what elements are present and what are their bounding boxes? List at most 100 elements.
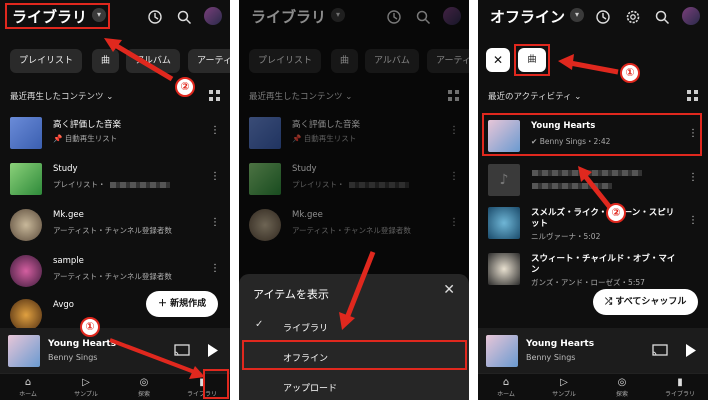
album-art bbox=[488, 253, 520, 285]
player-artist: Benny Sings bbox=[526, 353, 576, 362]
play-icon[interactable] bbox=[685, 344, 697, 357]
avatar[interactable] bbox=[682, 7, 700, 25]
list-item-subtitle: ニルヴァーナ・5:02 bbox=[531, 232, 601, 241]
list-item-subtitle: アーティスト・チャンネル登録者数 bbox=[53, 226, 172, 235]
offline-screen: オフライン ▾ ✕ 曲 最近のアクティビティ ⌄ Young Hearts ✔ … bbox=[478, 0, 708, 400]
list-item[interactable]: Mk.gee アーティスト・チャンネル登録者数 ⋮ bbox=[0, 206, 230, 246]
list-item-title: sample bbox=[53, 256, 84, 266]
nav-home[interactable]: ⌂ ホーム bbox=[486, 377, 526, 398]
list-item-title: スウィート・チャイルド・オブ・マイン bbox=[531, 254, 676, 275]
step-badge-1: ① bbox=[80, 317, 100, 337]
chip-playlist[interactable]: プレイリスト bbox=[10, 49, 83, 73]
search-icon[interactable] bbox=[653, 8, 671, 26]
album-art bbox=[488, 207, 520, 239]
nav-explore[interactable]: ◎ 探索 bbox=[124, 377, 164, 398]
more-icon[interactable]: ⋮ bbox=[210, 171, 220, 182]
more-icon[interactable]: ⋮ bbox=[688, 172, 698, 183]
step-badge-2: ② bbox=[175, 77, 195, 97]
highlight-box bbox=[514, 44, 550, 76]
nav-library[interactable]: ▮ ライブラリ bbox=[660, 377, 700, 398]
highlight-box bbox=[5, 3, 110, 29]
list-item-title: Study bbox=[53, 164, 78, 174]
play-icon[interactable] bbox=[207, 344, 219, 357]
chip-artist[interactable]: アーティ bbox=[188, 49, 230, 73]
highlight-box bbox=[482, 113, 702, 156]
chip-song[interactable]: 曲 bbox=[92, 49, 120, 73]
redacted-text bbox=[532, 170, 642, 176]
sheet-item-upload[interactable]: アップロード bbox=[283, 381, 337, 394]
step-badge-2: ② bbox=[606, 203, 626, 223]
list-item-subtitle: 📌 自動再生リスト bbox=[53, 134, 118, 143]
new-create-button[interactable]: ＋ 新規作成 bbox=[146, 291, 219, 317]
highlight-box bbox=[242, 340, 467, 370]
list-item[interactable]: Study プレイリスト・ ⋮ bbox=[0, 160, 230, 200]
close-icon[interactable]: ✕ bbox=[443, 282, 455, 298]
cast-icon[interactable] bbox=[174, 344, 190, 357]
check-icon: ✓ bbox=[255, 319, 264, 330]
nav-samples[interactable]: ▷ サンプル bbox=[66, 377, 106, 398]
player-artist: Benny Sings bbox=[48, 353, 98, 362]
highlight-box bbox=[203, 369, 229, 399]
home-icon: ⌂ bbox=[24, 377, 32, 388]
more-icon[interactable]: ⋮ bbox=[210, 263, 220, 274]
artist-thumbnail bbox=[10, 299, 42, 331]
grid-view-icon[interactable] bbox=[209, 90, 220, 101]
view-items-sheet: アイテムを表示 ✕ ✓ ライブラリ オフライン アップロード bbox=[239, 274, 469, 400]
shuffle-all-button[interactable]: ⤮ すべてシャッフル bbox=[593, 289, 699, 315]
page-title: オフライン bbox=[490, 8, 566, 26]
nav-home[interactable]: ⌂ ホーム bbox=[8, 377, 48, 398]
cast-icon[interactable] bbox=[652, 344, 668, 357]
nav-samples[interactable]: ▷ サンプル bbox=[544, 377, 584, 398]
list-item[interactable]: ♪ ⋮ bbox=[478, 161, 708, 201]
list-item-subtitle: アーティスト・チャンネル登録者数 bbox=[53, 272, 172, 281]
list-item-subtitle: プレイリスト・ bbox=[53, 179, 170, 190]
more-icon[interactable]: ⋮ bbox=[210, 217, 220, 228]
search-icon[interactable] bbox=[175, 8, 193, 26]
grid-view-icon[interactable] bbox=[687, 90, 698, 101]
album-art bbox=[8, 335, 40, 367]
compass-icon: ◎ bbox=[617, 377, 627, 388]
artist-thumbnail bbox=[10, 255, 42, 287]
player-title: Young Hearts bbox=[526, 339, 595, 349]
liked-music-thumbnail bbox=[10, 117, 42, 149]
player-title: Young Hearts bbox=[48, 339, 117, 349]
nav-explore[interactable]: ◎ 探索 bbox=[602, 377, 642, 398]
sheet-title: アイテムを表示 bbox=[253, 288, 329, 301]
bottom-nav: ⌂ ホーム ▷ サンプル ◎ 探索 ▮ ライブラリ bbox=[478, 373, 708, 400]
sheet-item-library[interactable]: ライブラリ bbox=[283, 321, 328, 334]
list-item-title: Mk.gee bbox=[53, 210, 84, 220]
mini-player[interactable]: Young Hearts Benny Sings bbox=[478, 328, 708, 373]
mini-player[interactable]: Young Hearts Benny Sings bbox=[0, 328, 230, 373]
music-note-icon: ♪ bbox=[488, 164, 520, 196]
list-item[interactable]: スメルズ・ライク・ティーン・スピリット ニルヴァーナ・5:02 ⋮ bbox=[478, 204, 708, 244]
gear-icon[interactable] bbox=[624, 8, 642, 26]
clear-filter-button[interactable]: ✕ bbox=[486, 48, 510, 72]
list-item[interactable]: sample アーティスト・チャンネル登録者数 ⋮ bbox=[0, 252, 230, 292]
library-icon: ▮ bbox=[677, 377, 683, 388]
home-icon: ⌂ bbox=[502, 377, 510, 388]
list-item[interactable]: スウィート・チャイルド・オブ・マイン ガンズ・アンド・ローゼズ・5:57 bbox=[478, 250, 708, 290]
list-item-subtitle: ガンズ・アンド・ローゼズ・5:57 bbox=[531, 278, 645, 287]
more-icon[interactable]: ⋮ bbox=[688, 215, 698, 226]
shuffle-icon: ⤮ bbox=[605, 297, 613, 307]
redacted-text bbox=[532, 183, 612, 189]
library-screen: ライブラリ ▾ プレイリスト 曲 アルバム アーティ 最近再生したコンテンツ ⌄… bbox=[0, 0, 230, 400]
step-badge-1: ① bbox=[620, 63, 640, 83]
history-icon[interactable] bbox=[146, 8, 164, 26]
playlist-thumbnail bbox=[10, 163, 42, 195]
more-icon[interactable]: ⋮ bbox=[210, 125, 220, 136]
library-view-sheet-screen: ライブラリ ▾ プレイリスト 曲 アルバム アーティ 最近再生したコンテンツ ⌄… bbox=[239, 0, 469, 400]
chip-album[interactable]: アルバム bbox=[126, 49, 180, 73]
chevron-down-icon[interactable]: ▾ bbox=[570, 8, 584, 22]
samples-icon: ▷ bbox=[560, 377, 568, 388]
bottom-nav: ⌂ ホーム ▷ サンプル ◎ 探索 ▮ ライブラリ bbox=[0, 373, 230, 400]
compass-icon: ◎ bbox=[139, 377, 149, 388]
list-item[interactable]: 高く評価した音楽 📌 自動再生リスト ⋮ bbox=[0, 114, 230, 154]
history-icon[interactable] bbox=[594, 8, 612, 26]
artist-thumbnail bbox=[10, 209, 42, 241]
avatar[interactable] bbox=[204, 7, 222, 25]
list-item-title: 高く評価した音楽 bbox=[53, 120, 122, 130]
samples-icon: ▷ bbox=[82, 377, 90, 388]
header: オフライン ▾ bbox=[478, 0, 708, 34]
section-title: 最近のアクティビティ ⌄ bbox=[488, 92, 582, 102]
